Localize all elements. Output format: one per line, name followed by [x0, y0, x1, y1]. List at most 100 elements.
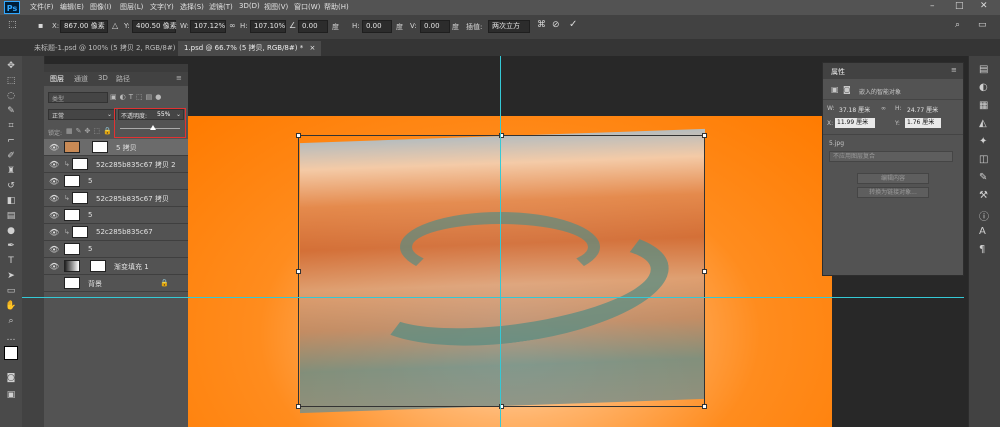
- transform-tool-icon[interactable]: ⬚: [8, 20, 17, 30]
- menu-filter[interactable]: 滤镜(T): [209, 2, 233, 12]
- search-icon[interactable]: ⌕: [955, 20, 960, 30]
- angle-input[interactable]: 0.00: [298, 20, 328, 33]
- pen-tool-icon[interactable]: ✒: [5, 240, 17, 252]
- h-value[interactable]: 24.77 厘米: [907, 105, 938, 114]
- panel-menu-icon[interactable]: ≡: [176, 74, 182, 82]
- brush-settings-icon[interactable]: ✎: [979, 172, 987, 183]
- relative-position-icon[interactable]: △: [112, 21, 118, 30]
- handle-bottom-left[interactable]: [296, 404, 301, 409]
- tab-paths[interactable]: 路径: [116, 74, 130, 84]
- zoom-tool-icon[interactable]: ⌕: [5, 315, 17, 327]
- color-icon[interactable]: ◐: [979, 82, 988, 93]
- y-input[interactable]: 1.76 厘米: [905, 118, 941, 128]
- menu-3d[interactable]: 3D(D): [239, 2, 260, 10]
- handle-top-right[interactable]: [702, 133, 707, 138]
- lock-icons[interactable]: ▦✎✥⬚🔒: [66, 127, 115, 135]
- paragraph-icon[interactable]: ¶: [979, 244, 985, 255]
- menu-help[interactable]: 帮助(H): [324, 2, 349, 12]
- y-input[interactable]: 400.50 像素: [132, 20, 177, 33]
- warp-icon[interactable]: ⌘: [537, 20, 546, 30]
- styles-icon[interactable]: ✦: [979, 136, 987, 147]
- adjustments-icon[interactable]: ◭: [979, 118, 987, 129]
- layer-row[interactable]: 👁 ↳ 52c285b835c67: [44, 224, 188, 241]
- hskew-input[interactable]: 0.00: [362, 20, 392, 33]
- layer-row[interactable]: 👁 5: [44, 241, 188, 258]
- path-select-icon[interactable]: ➤: [5, 270, 17, 282]
- horizontal-guide[interactable]: [22, 297, 964, 298]
- width-input[interactable]: 107.12%: [190, 20, 226, 33]
- layer-row[interactable]: 👁 5: [44, 207, 188, 224]
- height-input[interactable]: 107.10%: [250, 20, 286, 33]
- visibility-eye-icon[interactable]: 👁: [49, 245, 59, 254]
- panel-menu-icon[interactable]: ≡: [951, 66, 957, 74]
- visibility-eye-icon[interactable]: 👁: [49, 160, 59, 169]
- cancel-transform-icon[interactable]: ⊘: [552, 20, 560, 30]
- layer-row[interactable]: 👁 ↳ 52c285b835c67 拷贝 2: [44, 156, 188, 173]
- filter-type-select[interactable]: 类型: [48, 92, 108, 103]
- quick-mask-icon[interactable]: ◙: [5, 372, 17, 384]
- workspace-icon[interactable]: ▭: [978, 20, 987, 30]
- w-value[interactable]: 37.18 厘米: [839, 105, 870, 114]
- eraser-tool-icon[interactable]: ◧: [5, 195, 17, 207]
- menu-view[interactable]: 视图(V): [264, 2, 288, 12]
- edit-contents-button[interactable]: 编辑内容: [857, 173, 929, 184]
- minimize-button[interactable]: –: [930, 1, 935, 11]
- character-icon[interactable]: A: [979, 226, 986, 237]
- handle-bottom-right[interactable]: [702, 404, 707, 409]
- dodge-tool-icon[interactable]: ●: [5, 225, 17, 237]
- swatches-icon[interactable]: ▦: [979, 100, 988, 111]
- info-icon[interactable]: ⓘ: [979, 208, 989, 223]
- transform-bounding-box[interactable]: [296, 133, 707, 409]
- marquee-tool-icon[interactable]: ⬚: [5, 75, 17, 87]
- visibility-eye-icon[interactable]: 👁: [49, 177, 59, 186]
- visibility-eye-icon[interactable]: 👁: [49, 262, 59, 271]
- layer-row[interactable]: 👁 ↳ 52c285b835c67 拷贝: [44, 190, 188, 207]
- tab-1-psd[interactable]: 1.psd @ 66.7% (5 拷贝, RGB/8#) * ×: [178, 41, 322, 56]
- history-icon[interactable]: ▤: [979, 64, 988, 75]
- lasso-tool-icon[interactable]: ◌: [5, 90, 17, 102]
- visibility-eye-icon[interactable]: 👁: [49, 143, 59, 152]
- screen-mode-icon[interactable]: ▣: [5, 389, 17, 401]
- layer-row[interactable]: 👁 5 拷贝: [44, 139, 188, 156]
- vertical-guide[interactable]: [500, 56, 501, 427]
- move-tool-icon[interactable]: ✥: [5, 60, 17, 72]
- crop-tool-icon[interactable]: ⌗: [5, 120, 17, 132]
- filter-icons[interactable]: ▣◐T⬚▤●: [110, 93, 164, 101]
- brush-tool-icon[interactable]: ✐: [5, 150, 17, 162]
- libraries-icon[interactable]: ◫: [979, 154, 988, 165]
- hand-tool-icon[interactable]: ✋: [5, 300, 17, 312]
- interpolation-select[interactable]: 两次立方: [488, 20, 530, 33]
- menu-image[interactable]: 图像(I): [90, 2, 112, 12]
- handle-middle-right[interactable]: [702, 269, 707, 274]
- gradient-tool-icon[interactable]: ▤: [5, 210, 17, 222]
- menu-select[interactable]: 选择(S): [180, 2, 204, 12]
- menu-file[interactable]: 文件(F): [30, 2, 54, 12]
- commit-transform-icon[interactable]: ✓: [569, 19, 577, 30]
- quick-select-tool-icon[interactable]: ✎: [5, 105, 17, 117]
- visibility-eye-icon[interactable]: 👁: [49, 194, 59, 203]
- more-tools-icon[interactable]: …: [5, 332, 17, 344]
- foreground-color-swatch[interactable]: [4, 346, 18, 360]
- tab-untitled[interactable]: 未标题-1.psd @ 100% (5 拷贝 2, RGB/8#) * ×: [28, 41, 199, 56]
- tool-presets-icon[interactable]: ⚒: [979, 190, 988, 201]
- handle-middle-left[interactable]: [296, 269, 301, 274]
- link-icon[interactable]: ∞: [229, 21, 236, 30]
- menu-type[interactable]: 文字(Y): [150, 2, 174, 12]
- tab-channels[interactable]: 通道: [74, 74, 88, 84]
- blend-mode-select[interactable]: 正常 ⌄: [48, 109, 116, 120]
- shape-tool-icon[interactable]: ▭: [5, 285, 17, 297]
- maximize-button[interactable]: □: [955, 1, 964, 11]
- visibility-eye-icon[interactable]: 👁: [49, 211, 59, 220]
- link-icon[interactable]: ∞: [881, 105, 886, 112]
- tab-3d[interactable]: 3D: [98, 74, 108, 82]
- visibility-eye-icon[interactable]: 👁: [49, 228, 59, 237]
- layer-row[interactable]: 背景 🔒: [44, 275, 188, 292]
- menu-edit[interactable]: 编辑(E): [60, 2, 84, 12]
- stamp-tool-icon[interactable]: ♜: [5, 165, 17, 177]
- type-tool-icon[interactable]: T: [5, 255, 17, 267]
- eyedropper-tool-icon[interactable]: ⌐: [5, 135, 17, 147]
- handle-top-left[interactable]: [296, 133, 301, 138]
- x-input[interactable]: 867.00 像素: [60, 20, 108, 33]
- reference-point-icon[interactable]: ▪: [38, 21, 43, 30]
- menu-layer[interactable]: 图层(L): [120, 2, 143, 12]
